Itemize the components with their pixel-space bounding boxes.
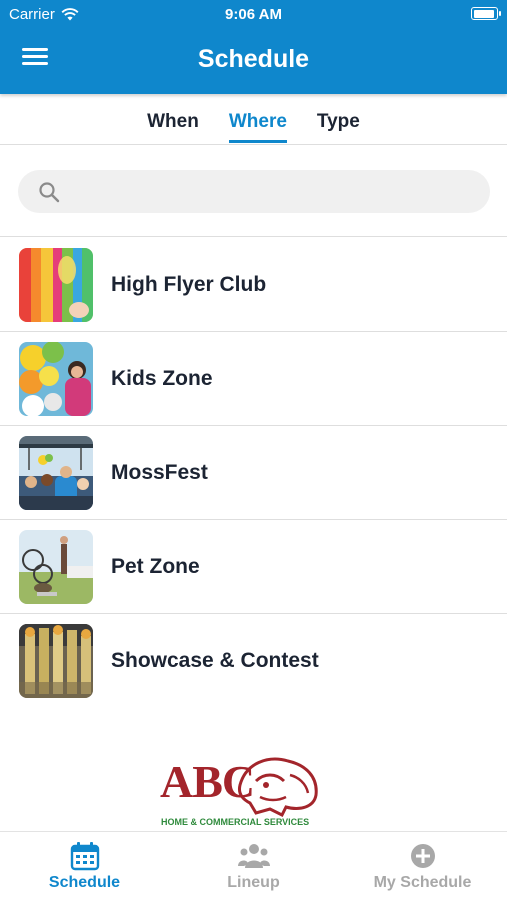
list-item[interactable]: MossFest bbox=[0, 426, 507, 520]
search-bar[interactable] bbox=[18, 170, 490, 213]
page-title: Schedule bbox=[197, 45, 310, 73]
location-label: Showcase & Contest bbox=[111, 649, 319, 672]
sponsor-tagline: HOME & COMMERCIAL SERVICES bbox=[161, 817, 310, 827]
list-item[interactable]: Pet Zone bbox=[0, 520, 507, 614]
location-label: MossFest bbox=[111, 461, 208, 484]
tab-lineup[interactable]: Lineup bbox=[169, 840, 338, 892]
tab-when[interactable]: When bbox=[147, 111, 199, 143]
filter-tabs: When Where Type bbox=[0, 94, 507, 145]
location-label: Pet Zone bbox=[111, 555, 200, 578]
status-bar: Carrier 9:06 AM bbox=[0, 0, 507, 28]
app-header: Carrier 9:06 AM Schedule bbox=[0, 0, 507, 94]
status-time: 9:06 AM bbox=[225, 6, 282, 23]
calendar-icon bbox=[70, 842, 99, 871]
tab-my-schedule[interactable]: My Schedule bbox=[338, 840, 507, 892]
list-item[interactable]: Showcase & Contest bbox=[0, 614, 507, 708]
thumbnail-kids bbox=[19, 342, 93, 416]
tab-label: Lineup bbox=[227, 874, 280, 891]
bulldog-icon bbox=[238, 757, 318, 817]
sponsor-logo: ABC HOME & COMMERCIAL SERVICES bbox=[158, 755, 320, 831]
thumbnail-balloons bbox=[19, 248, 93, 322]
plus-circle-icon bbox=[410, 844, 435, 868]
thumbnail-crowd bbox=[19, 436, 93, 510]
thumbnail-pets bbox=[19, 530, 93, 604]
search-input[interactable] bbox=[72, 170, 472, 213]
search-section bbox=[0, 145, 507, 237]
bottom-tab-bar: Schedule Lineup My Schedule bbox=[0, 831, 507, 900]
people-icon bbox=[237, 844, 270, 868]
nav-bar: Schedule bbox=[0, 36, 507, 86]
tab-type[interactable]: Type bbox=[317, 111, 360, 143]
list-item[interactable]: Kids Zone bbox=[0, 332, 507, 426]
thumbnail-trophies bbox=[19, 624, 93, 698]
search-icon bbox=[39, 182, 60, 203]
locations-list: High Flyer Club Kids Zone MossFest Pet Z… bbox=[0, 238, 507, 708]
list-item[interactable]: High Flyer Club bbox=[0, 238, 507, 332]
tab-label: My Schedule bbox=[373, 874, 472, 891]
battery-icon bbox=[471, 7, 501, 20]
tab-schedule[interactable]: Schedule bbox=[0, 840, 169, 892]
tab-label: Schedule bbox=[48, 874, 121, 891]
location-label: High Flyer Club bbox=[111, 273, 267, 296]
tab-where[interactable]: Where bbox=[228, 111, 287, 143]
location-label: Kids Zone bbox=[111, 367, 213, 390]
